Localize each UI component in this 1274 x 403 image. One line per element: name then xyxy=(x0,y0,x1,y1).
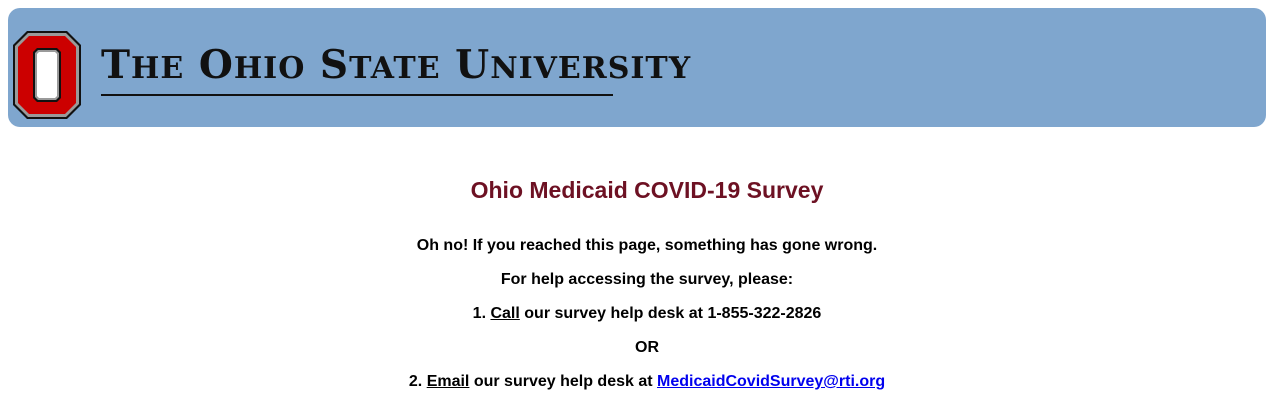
error-message: Oh no! If you reached this page, somethi… xyxy=(416,237,878,254)
call-option: 1. Call our survey help desk at 1-855-32… xyxy=(0,305,1274,323)
option-number: 1. xyxy=(472,305,487,322)
call-text: our survey help desk at 1-855-322-2826 xyxy=(524,305,822,322)
email-link[interactable]: MedicaidCovidSurvey@rti.org xyxy=(657,373,885,390)
or-separator: OR xyxy=(635,339,659,356)
call-label: Call xyxy=(490,305,520,322)
help-intro: For help accessing the survey, please: xyxy=(500,271,794,288)
option-number: 2. xyxy=(408,373,423,390)
page-title: Ohio Medicaid COVID-19 Survey xyxy=(470,177,824,203)
email-option: 2. Email our survey help desk at Medicai… xyxy=(0,373,1274,391)
email-text: our survey help desk at xyxy=(473,373,653,390)
block-o-logo-icon xyxy=(13,31,81,119)
header-banner: THE OHIO STATE UNIVERSITY xyxy=(8,8,1266,127)
university-wordmark: THE OHIO STATE UNIVERSITY xyxy=(101,42,692,88)
email-label: Email xyxy=(426,373,470,390)
wordmark-underline xyxy=(101,94,613,96)
